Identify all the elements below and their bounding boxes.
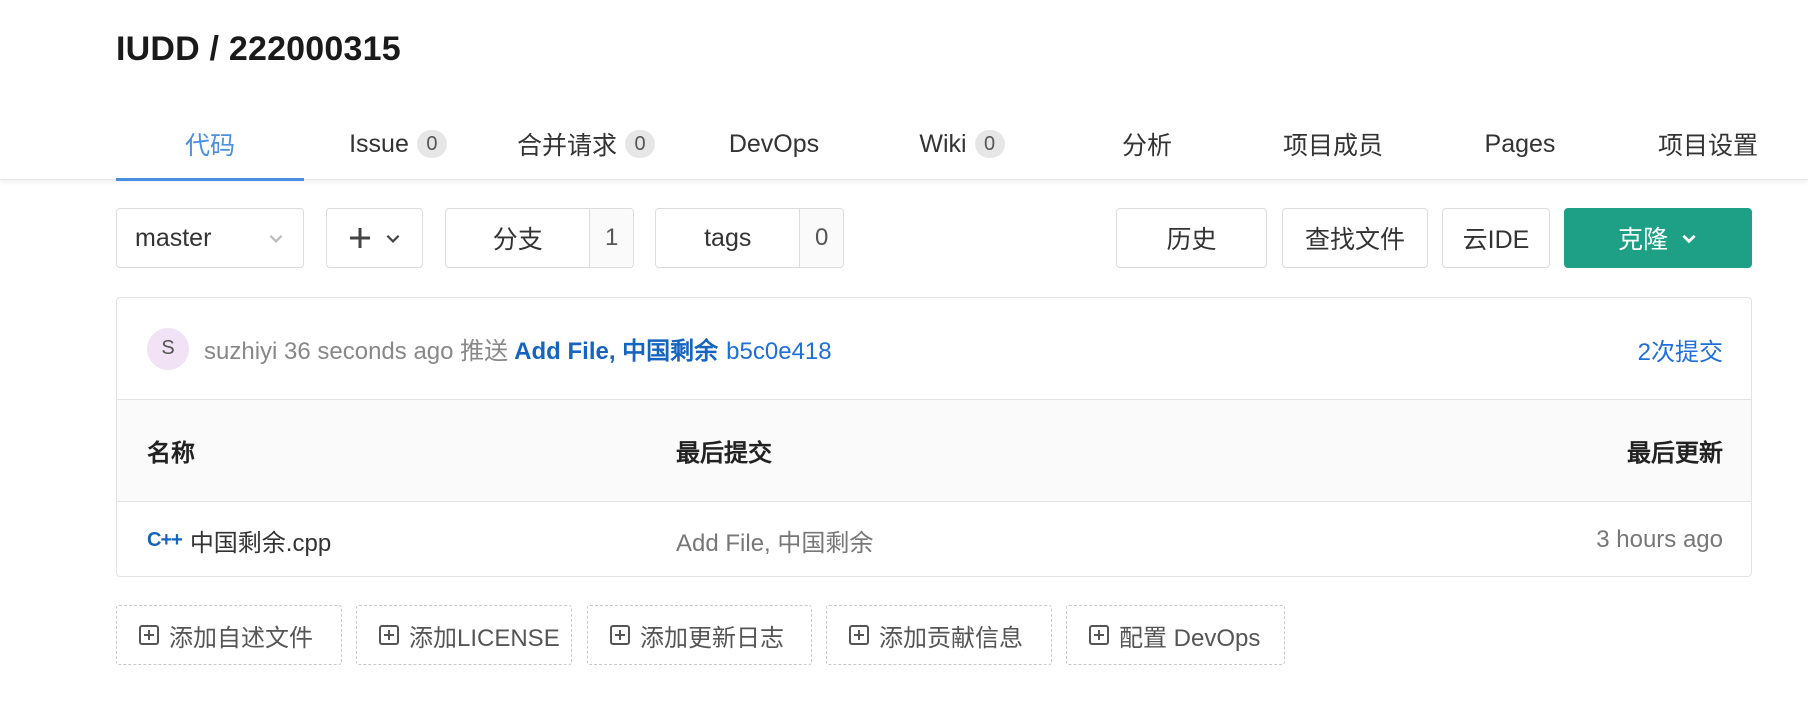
tab-count-badge: 0: [625, 130, 655, 158]
chevron-down-icon: [1682, 234, 1696, 244]
last-update-time: 3 hours ago: [1596, 526, 1723, 553]
tab-count-badge: 0: [416, 130, 447, 158]
cloud-ide-button[interactable]: 云IDE: [1442, 208, 1550, 268]
clone-button[interactable]: 克隆: [1564, 208, 1752, 268]
tab-label: 分析: [1121, 132, 1172, 160]
tab-merge-requests[interactable]: 合并请求 0: [492, 108, 680, 180]
tab-label: 项目成员: [1282, 132, 1383, 160]
branches-count: 1: [589, 209, 633, 267]
avatar[interactable]: S: [147, 327, 189, 370]
tags-count: 0: [799, 209, 843, 267]
add-license-button[interactable]: 添加LICENSE: [356, 605, 572, 665]
add-box-icon: [139, 625, 159, 645]
tab-analytics[interactable]: 分析: [1054, 108, 1240, 180]
commit-meta: suzhiyi 36 seconds ago 推送: [204, 338, 509, 365]
tab-count-badge: 0: [974, 130, 1005, 158]
configure-devops-button[interactable]: 配置 DevOps: [1066, 605, 1285, 665]
add-box-icon: [1089, 625, 1109, 645]
file-name-cell[interactable]: C++ 中国剩余.cpp: [147, 502, 331, 576]
file-browser-panel: S suzhiyi 36 seconds ago 推送 Add File, 中国剩…: [116, 297, 1752, 577]
chevron-down-icon: [269, 234, 283, 243]
tab-members[interactable]: 项目成员: [1240, 108, 1426, 180]
commit-info: suzhiyi 36 seconds ago 推送 Add File, 中国剩余 b…: [204, 331, 832, 366]
tab-issue[interactable]: Issue 0: [304, 108, 492, 180]
add-button-label: 添加LICENSE: [409, 624, 560, 652]
tab-label: Issue: [349, 129, 409, 158]
branch-select[interactable]: master: [116, 208, 304, 268]
commit-hash-link[interactable]: b5c0e418: [726, 338, 831, 365]
plus-icon: [349, 228, 370, 248]
tab-wiki[interactable]: Wiki 0: [868, 108, 1056, 180]
commit-message-link[interactable]: Add File, 中国剩余: [514, 338, 718, 365]
tab-pages[interactable]: Pages: [1426, 108, 1614, 180]
tab-label: Pages: [1484, 129, 1556, 158]
cpp-file-icon: C++: [147, 528, 183, 551]
file-name-link[interactable]: 中国剩余.cpp: [190, 523, 331, 558]
add-box-icon: [849, 625, 869, 645]
table-row[interactable]: C++ 中国剩余.cpp Add File, 中国剩余 3 hours ago: [117, 502, 1751, 576]
branch-name: master: [135, 223, 212, 252]
tags-button[interactable]: tags 0: [655, 208, 844, 268]
branches-button[interactable]: 分支 1: [445, 208, 634, 268]
add-button-label: 添加更新日志: [640, 624, 784, 652]
tab-label: Wiki: [919, 129, 967, 158]
chevron-down-icon: [386, 234, 399, 243]
nav-tabs: 代码 Issue 0 合并请求 0 DevOps Wiki 0 分析 项目成员 …: [0, 108, 1808, 181]
find-file-button[interactable]: 查找文件: [1282, 208, 1428, 268]
add-button-label: 添加贡献信息: [879, 624, 1023, 652]
column-header-last-update: 最后更新: [1627, 440, 1723, 467]
clone-label: 克隆: [1617, 226, 1668, 254]
branches-label: 分支: [492, 226, 543, 254]
add-readme-button[interactable]: 添加自述文件: [116, 605, 342, 665]
repo-title: IUDD / 222000315: [116, 30, 401, 68]
tab-label: 代码: [184, 132, 235, 160]
history-button[interactable]: 历史: [1116, 208, 1267, 268]
column-header-last-commit: 最后提交: [676, 440, 772, 467]
tab-label: 合并请求: [516, 132, 617, 160]
last-commit-link[interactable]: Add File, 中国剩余: [676, 502, 873, 576]
tags-label: tags: [704, 223, 752, 252]
add-button-label: 配置 DevOps: [1119, 624, 1261, 652]
latest-commit-bar: S suzhiyi 36 seconds ago 推送 Add File, 中国剩…: [117, 298, 1751, 400]
add-box-icon: [610, 625, 630, 645]
add-menu-button[interactable]: [326, 208, 423, 268]
file-table-header: 名称 最后提交 最后更新: [117, 400, 1751, 502]
commit-count-link[interactable]: 2次提交: [1638, 298, 1723, 400]
add-button-label: 添加自述文件: [169, 624, 313, 652]
tab-label: DevOps: [728, 129, 820, 158]
tab-code[interactable]: 代码: [116, 108, 304, 181]
tab-label: 项目设置: [1657, 132, 1758, 160]
column-header-name: 名称: [147, 440, 195, 467]
add-box-icon: [379, 625, 399, 645]
add-contributing-button[interactable]: 添加贡献信息: [826, 605, 1052, 665]
tab-settings[interactable]: 项目设置: [1614, 108, 1802, 180]
tab-devops[interactable]: DevOps: [680, 108, 868, 180]
add-changelog-button[interactable]: 添加更新日志: [587, 605, 812, 665]
